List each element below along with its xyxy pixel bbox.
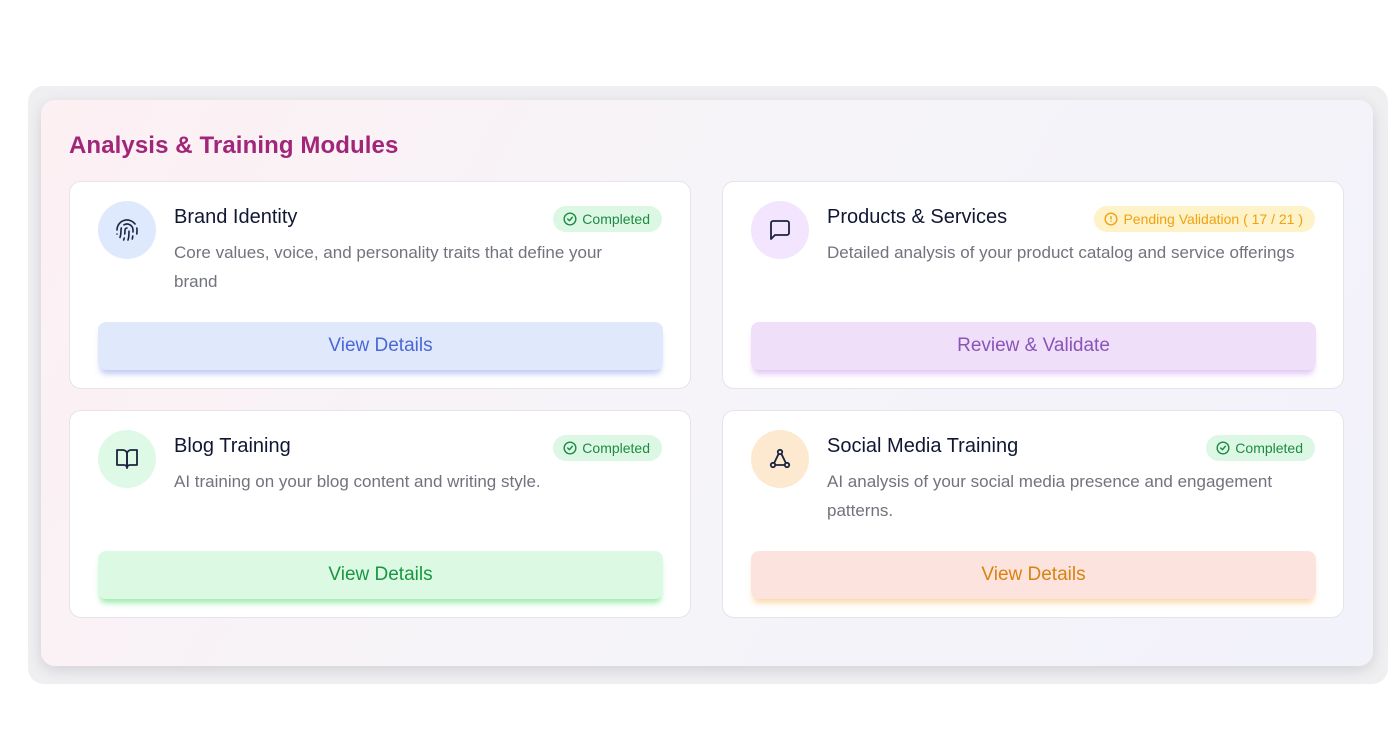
panel-title: Analysis & Training Modules (69, 132, 399, 159)
status-badge: Completed (553, 206, 662, 232)
status-badge-label: Completed (1235, 440, 1303, 456)
module-card-products-services: Products & Services Pending Validation (… (722, 181, 1344, 389)
module-card-social-media-training: Social Media Training Completed AI analy… (722, 410, 1344, 618)
status-badge: Pending Validation ( 17 / 21 ) (1094, 206, 1315, 232)
module-title: Social Media Training (827, 435, 1019, 457)
fingerprint-icon (116, 219, 138, 241)
review-validate-button[interactable]: Review & Validate (751, 322, 1316, 370)
module-description: AI training on your blog content and wri… (174, 472, 541, 491)
check-circle-icon (563, 441, 577, 455)
module-description: Core values, voice, and personality trai… (174, 243, 603, 291)
icon-circle (751, 430, 809, 488)
status-badge-label: Completed (582, 440, 650, 456)
icon-circle (98, 430, 156, 488)
icon-circle (98, 201, 156, 259)
alert-circle-icon (1104, 212, 1119, 226)
module-title: Brand Identity (174, 206, 298, 228)
status-badge: Completed (553, 435, 662, 461)
check-circle-icon (1216, 441, 1230, 455)
modules-panel: Analysis & Training Modules Brand Identi… (41, 100, 1373, 666)
view-details-button[interactable]: View Details (751, 551, 1316, 599)
view-details-button[interactable]: View Details (98, 322, 663, 370)
status-badge-label: Completed (582, 211, 650, 227)
module-description: Detailed analysis of your product catalo… (827, 243, 1295, 262)
icon-circle (751, 201, 809, 259)
status-badge: Completed (1206, 435, 1315, 461)
module-description: AI analysis of your social media presenc… (827, 472, 1273, 520)
message-square-icon (770, 220, 790, 240)
status-badge-label: Pending Validation ( 17 / 21 ) (1123, 211, 1303, 227)
module-card-brand-identity: Brand Identity Completed Core values, vo… (69, 181, 691, 389)
module-title: Products & Services (827, 206, 1008, 228)
module-card-blog-training: Blog Training Completed AI training on y… (69, 410, 691, 618)
network-triangle-icon (769, 448, 791, 469)
view-details-button[interactable]: View Details (98, 551, 663, 599)
book-open-icon (116, 449, 138, 469)
module-title: Blog Training (174, 435, 291, 457)
check-circle-icon (563, 212, 577, 226)
